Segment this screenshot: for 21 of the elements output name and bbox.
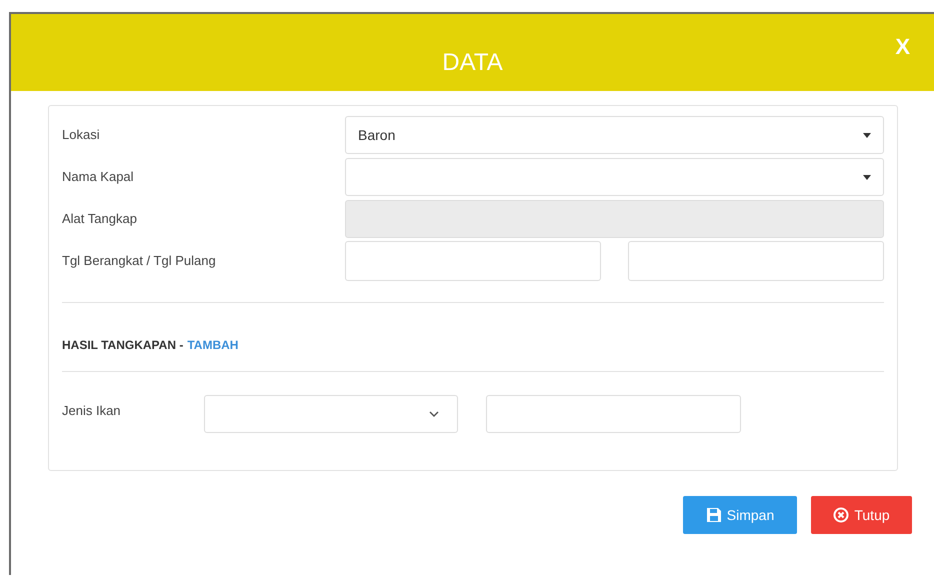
field-label: Jenis Ikan	[62, 402, 122, 420]
dropdown-arrow-icon	[863, 132, 871, 138]
add-link[interactable]: TAMBAH	[187, 336, 238, 354]
date-field[interactable]	[345, 241, 601, 281]
field-label: Nama Kapal	[62, 168, 135, 186]
select-field[interactable]: Baron	[345, 116, 884, 154]
fish-select[interactable]	[204, 395, 458, 433]
dialog-title: DATA	[442, 48, 503, 78]
save-button[interactable]: Simpan	[683, 496, 797, 534]
quantity-field[interactable]	[486, 395, 741, 433]
field-label: Alat Tangkap	[62, 210, 138, 228]
field-label: Lokasi	[62, 126, 101, 144]
field-label: Tgl Berangkat / Tgl Pulang	[62, 252, 217, 270]
section-title: HASIL TANGKAPAN -	[62, 337, 184, 354]
dropdown-arrow-icon	[863, 174, 871, 180]
date-field[interactable]	[628, 241, 884, 281]
select-value: Baron	[358, 126, 396, 144]
chevron-down-icon	[429, 411, 439, 417]
close-button[interactable]: Tutup	[811, 496, 912, 534]
close-circle-icon	[833, 507, 850, 523]
select-field[interactable]	[345, 158, 884, 196]
